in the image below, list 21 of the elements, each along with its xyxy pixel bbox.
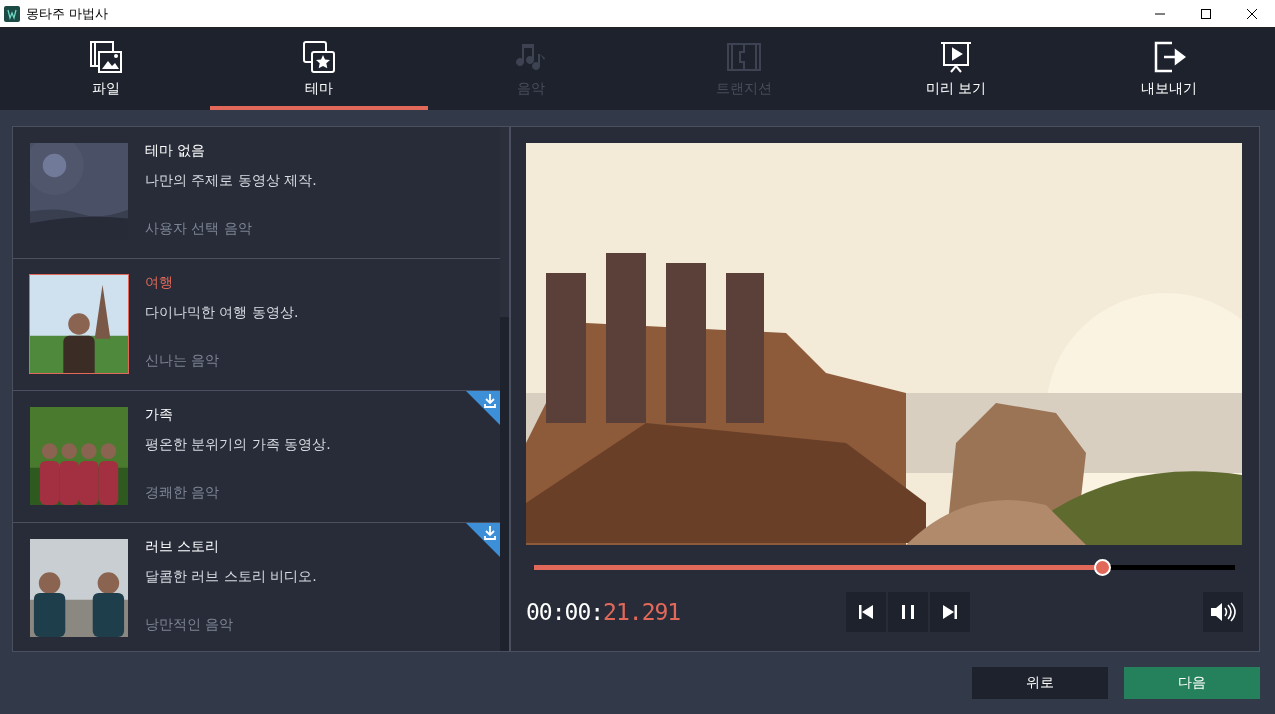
theme-description: 다이나믹한 여행 동영상. [145, 304, 299, 322]
theme-music: 경쾌한 음악 [145, 484, 221, 502]
theme-item[interactable]: 러브 스토리 달콤한 러브 스토리 비디오. 낭만적인 음악 [13, 523, 500, 655]
theme-item[interactable]: 여행 다이나믹한 여행 동영상. 신나는 음악 [13, 259, 500, 391]
theme-music: 낭만적인 음악 [145, 616, 235, 634]
window-title: 몽타주 마법사 [26, 4, 110, 23]
theme-music: 신나는 음악 [145, 352, 221, 370]
theme-title: 가족 [145, 406, 174, 424]
theme-description: 달콤한 러브 스토리 비디오. [145, 568, 317, 586]
theme-description: 평온한 분위기의 가족 동영상. [145, 436, 331, 454]
theme-item[interactable]: 테마 없음 나만의 주제로 동영상 제작. 사용자 선택 음악 [13, 127, 500, 259]
theme-item[interactable]: 가족 평온한 분위기의 가족 동영상. 경쾌한 음악 [13, 391, 500, 523]
theme-music: 사용자 선택 음악 [145, 220, 253, 238]
back-button[interactable]: 위로 [972, 667, 1108, 699]
theme-description: 나만의 주제로 동영상 제작. [145, 172, 317, 190]
theme-title: 여행 [145, 274, 174, 292]
next-button[interactable]: 다음 [1124, 667, 1260, 699]
theme-title: 러브 스토리 [145, 538, 221, 556]
theme-title: 테마 없음 [145, 142, 207, 160]
time-display: 00:00:21.291 [526, 599, 682, 625]
nav-tab[interactable]: 테마 [209, 28, 428, 110]
